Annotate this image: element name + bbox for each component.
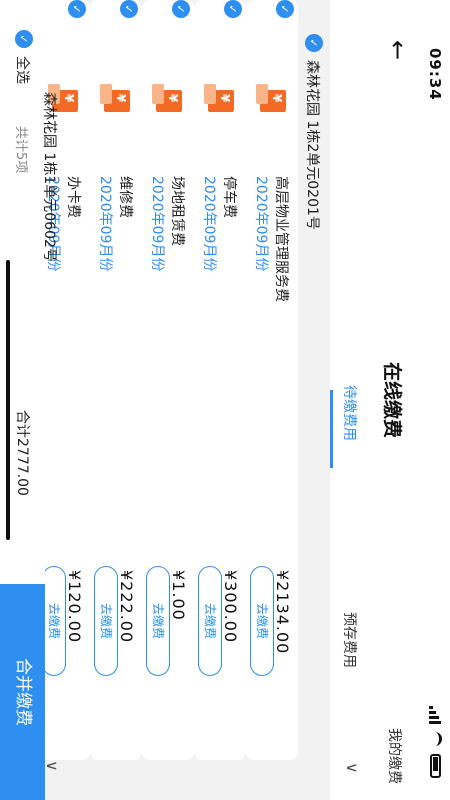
page-title: 在线缴费 [381, 361, 403, 438]
fee-amount: ¥222.00 [117, 570, 136, 644]
fee-name: 维修费 [117, 176, 133, 218]
pay-button[interactable]: 去缴费 [42, 566, 66, 676]
fee-amount: ¥2134.00 [273, 570, 292, 655]
item-checkbox-icon[interactable]: ✓ [276, 0, 294, 18]
chevron-down-icon[interactable]: ∨ [343, 762, 362, 774]
active-tab-indicator [330, 390, 333, 468]
tab-pending-fees[interactable]: 待缴费用 [340, 385, 360, 441]
status-bar: 09:34 [420, 0, 450, 800]
item-checkbox-icon[interactable]: ✓ [120, 0, 138, 18]
group-checkbox-icon[interactable]: ✓ [305, 34, 323, 52]
fee-name: 场地租赁费 [169, 176, 185, 246]
fee-row: ✓ 高层物业管理服务费 2020年09月份 ¥2134.00 去缴费 [246, 0, 298, 760]
item-checkbox-icon[interactable]: ✓ [68, 0, 86, 18]
battery-icon [430, 754, 441, 778]
property-address: 森林花园 1栋1单元0602号 [41, 92, 57, 262]
pay-button[interactable]: 去缴费 [146, 566, 170, 676]
tab-prepaid-fees[interactable]: 预存费用 [340, 612, 360, 668]
tab-bar: 待缴费用 预存费用 ∨ [330, 0, 370, 800]
fee-row: ✓ 场地租赁费 2020年09月份 ¥1.00 去缴费 [142, 0, 194, 760]
pay-button[interactable]: 去缴费 [94, 566, 118, 676]
fee-name: 高层物业管理服务费 [273, 176, 289, 302]
fee-name: 停车费 [221, 176, 237, 218]
property-group-header: ✓ 森林花园 1栋2单元0201号 [303, 0, 325, 800]
pay-button[interactable]: 去缴费 [250, 566, 274, 676]
chevron-down-icon[interactable]: ∨ [43, 760, 62, 772]
status-time: 09:34 [426, 48, 444, 101]
fee-bill-icon [260, 90, 286, 112]
fee-row: ✓ 维修费 2020年09月份 ¥222.00 去缴费 [90, 0, 142, 760]
fee-amount: ¥300.00 [221, 570, 240, 644]
nav-header: ← 在线缴费 我的缴费 [370, 0, 420, 800]
fee-month: 2020年09月份 [253, 176, 269, 272]
fee-month: 2020年09月份 [97, 176, 113, 272]
total-amount: 合计2777.00 [14, 410, 30, 496]
status-icons [429, 706, 442, 778]
merge-pay-button[interactable]: 合并缴费 [0, 584, 45, 800]
my-payments-link[interactable]: 我的缴费 [385, 728, 405, 784]
fee-amount: ¥120.00 [65, 570, 84, 644]
fee-amount: ¥1.00 [169, 570, 188, 621]
item-checkbox-icon[interactable]: ✓ [172, 0, 190, 18]
fee-bill-icon [156, 90, 182, 112]
property-address: 森林花园 1栋2单元0201号 [304, 60, 320, 230]
fee-name: 办卡费 [65, 176, 81, 218]
signal-icon [429, 706, 442, 724]
pay-button[interactable]: 去缴费 [198, 566, 222, 676]
app-screen: 09:34 ← 在线缴费 我的缴费 待缴费用 预存费用 ∨ ✓ 森林花园 1栋2… [0, 0, 450, 800]
fee-bill-icon [104, 90, 130, 112]
fee-month: 2020年09月份 [149, 176, 165, 272]
fee-month: 2020年09月份 [201, 176, 217, 272]
item-count: 共计5项 [13, 126, 28, 174]
fee-bill-icon [208, 90, 234, 112]
item-checkbox-icon[interactable]: ✓ [224, 0, 242, 18]
fee-row: ✓ 停车费 2020年09月份 ¥300.00 去缴费 [194, 0, 246, 760]
wifi-icon [429, 732, 442, 746]
home-indicator [6, 260, 10, 540]
select-all-checkbox-icon[interactable]: ✓ [15, 30, 33, 48]
select-all-label[interactable]: 全选 [13, 56, 33, 84]
